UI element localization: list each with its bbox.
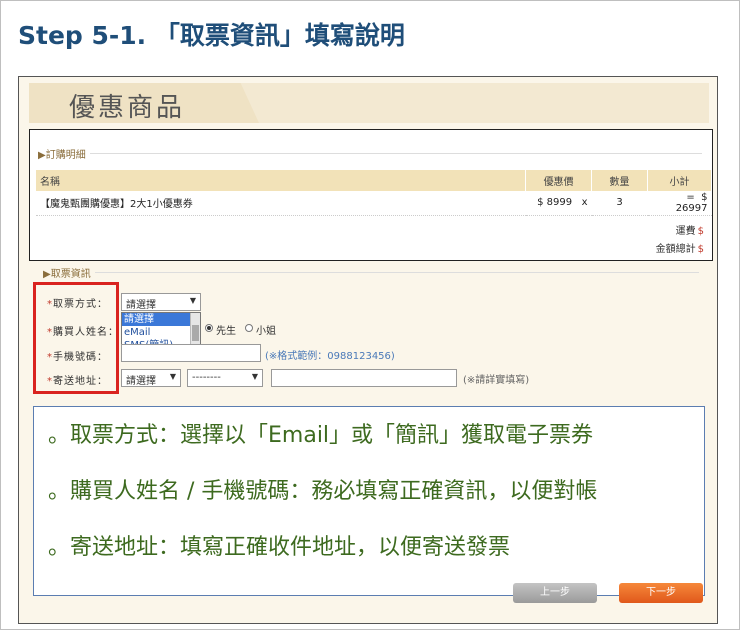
table-row: 【魔鬼甄團購優惠】2大1小優惠券 $ 8999 x 3 = $ 26997 <box>36 191 712 216</box>
address-district-select[interactable]: -------- ▼ <box>187 369 263 387</box>
total-label: 金額總計 <box>655 244 696 255</box>
callout-line: 。寄送地址：填寫正確收件地址，以便寄送發票 <box>48 535 511 560</box>
scrollbar-thumb[interactable] <box>192 325 199 341</box>
shipping-currency: $ <box>697 226 704 237</box>
total-row: 金額總計 $ <box>656 240 704 255</box>
item-price-cell: $ 8999 x <box>525 191 592 216</box>
col-price-header: 優惠價 <box>525 170 593 191</box>
page-title: Step 5-1. 「取票資訊」填寫說明 <box>18 21 405 50</box>
shipping-row: 運費 $ <box>676 222 704 237</box>
next-button[interactable]: 下一步 <box>619 583 703 603</box>
col-subtotal-header: 小計 <box>647 170 712 191</box>
address-city-value: 請選擇 <box>126 376 156 387</box>
gender-radio-mr[interactable] <box>205 324 213 332</box>
equals-sign: = <box>686 191 695 203</box>
order-table: 名稱 優惠價 數量 小計 【魔鬼甄團購優惠】2大1小優惠券 $ 8999 x 3… <box>36 170 712 216</box>
checkout-screenshot: 優惠商品 ▶訂購明細 名稱 優惠價 數量 小計 【魔鬼甄團購優惠】2大1小優惠券… <box>18 76 718 624</box>
order-details-box: ▶訂購明細 名稱 優惠價 數量 小計 【魔鬼甄團購優惠】2大1小優惠券 $ 89… <box>29 129 713 261</box>
highlight-box <box>33 282 119 394</box>
gender-radio-ms[interactable] <box>245 324 253 332</box>
ticket-legend: ▶取票資訊 <box>43 269 91 280</box>
divider <box>90 153 702 154</box>
dropdown-option[interactable]: 請選擇 <box>122 313 200 326</box>
instruction-callout: 。取票方式：選擇以「Email」或「簡訊」獲取電子票券 。購買人姓名 / 手機號… <box>33 406 705 596</box>
shipping-label: 運費 <box>675 226 696 237</box>
divider <box>95 272 699 273</box>
order-table-header: 名稱 優惠價 數量 小計 <box>36 170 712 191</box>
order-legend: ▶訂購明細 <box>38 150 86 161</box>
item-qty: 3 <box>591 191 648 216</box>
prev-button[interactable]: 上一步 <box>513 583 597 603</box>
phone-hint: (※格式範例：0988123456) <box>265 351 395 362</box>
address-city-select[interactable]: 請選擇 ▼ <box>121 369 181 387</box>
chevron-down-icon: ▼ <box>189 296 196 305</box>
pickup-method-value: 請選擇 <box>126 300 156 311</box>
header-title: 優惠商品 <box>69 93 186 123</box>
chevron-down-icon: ▼ <box>169 372 176 381</box>
callout-line: 。取票方式：選擇以「Email」或「簡訊」獲取電子票券 <box>48 423 594 448</box>
dropdown-option[interactable]: eMail <box>122 326 200 339</box>
chevron-down-icon: ▼ <box>251 372 258 381</box>
times-sign: x <box>581 197 588 209</box>
pickup-method-select[interactable]: 請選擇 ▼ <box>121 293 201 311</box>
address-input[interactable] <box>271 369 457 387</box>
gender-label-mr: 先生 <box>216 326 236 337</box>
total-currency: $ <box>697 244 704 255</box>
col-name-header: 名稱 <box>36 170 527 191</box>
phone-input[interactable] <box>121 344 261 362</box>
item-price: $ 8999 <box>537 197 573 209</box>
item-subtotal-cell: = $ 26997 <box>647 191 712 216</box>
address-district-value: -------- <box>192 372 221 383</box>
gender-label-ms: 小姐 <box>256 326 276 337</box>
item-name: 【魔鬼甄團購優惠】2大1小優惠券 <box>36 191 526 216</box>
callout-line: 。購買人姓名 / 手機號碼：務必填寫正確資訊，以便對帳 <box>48 479 598 504</box>
col-qty-header: 數量 <box>591 170 648 191</box>
address-hint: (※請詳實填寫) <box>463 375 530 386</box>
